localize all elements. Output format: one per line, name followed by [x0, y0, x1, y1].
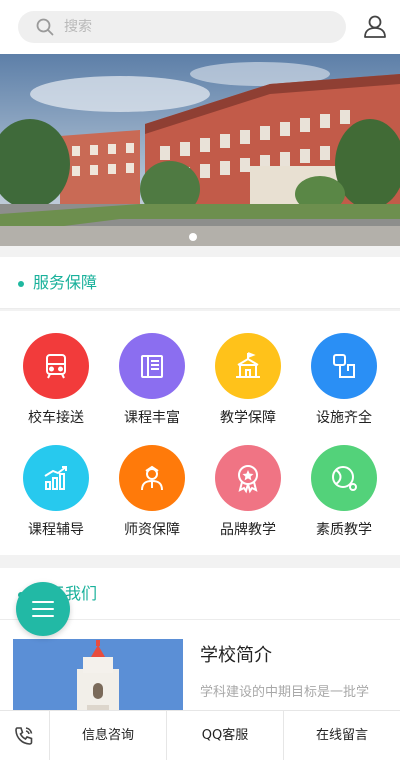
service-icon-circle — [119, 445, 185, 511]
call-button[interactable] — [0, 711, 50, 760]
service-faculty[interactable]: 师资保障 — [104, 423, 200, 538]
service-label: 品牌教学 — [220, 522, 276, 538]
service-courses[interactable]: 课程丰富 — [104, 311, 200, 426]
award-icon — [238, 465, 258, 494]
menu-button[interactable] — [16, 582, 70, 636]
banner-image — [0, 54, 400, 246]
service-icon-circle — [311, 445, 377, 511]
service-brand[interactable]: 品牌教学 — [200, 423, 296, 538]
facility-icon — [333, 354, 355, 378]
section-bullet — [18, 281, 24, 287]
search-input[interactable]: 搜索 — [18, 11, 346, 43]
search-icon — [36, 18, 54, 36]
top-bar: 搜索 — [0, 0, 400, 54]
service-icon-circle — [311, 333, 377, 399]
service-icon-circle — [23, 445, 89, 511]
service-quality[interactable]: 素质教学 — [296, 423, 392, 538]
bus-icon — [46, 354, 66, 379]
about-title: 学校简介 — [200, 645, 272, 666]
teacher-icon — [141, 465, 163, 491]
services-grid: 校车接送 课程丰富 教学保障 设施齐全 课程辅导 师资保障 品牌教学 素质教学 — [0, 311, 400, 555]
phone-icon — [15, 727, 33, 745]
service-label: 课程辅导 — [28, 522, 84, 538]
carousel-indicator-dot[interactable] — [189, 233, 197, 241]
service-icon-circle — [215, 333, 281, 399]
service-bus[interactable]: 校车接送 — [8, 311, 104, 426]
services-section-title: 服务保障 — [33, 273, 98, 292]
tennis-icon — [332, 466, 357, 491]
service-icon-circle — [215, 445, 281, 511]
chart-icon — [44, 466, 67, 490]
qq-service-button[interactable]: QQ客服 — [167, 711, 284, 760]
online-message-button[interactable]: 在线留言 — [284, 711, 400, 760]
about-image — [13, 639, 183, 719]
services-section-header: 服务保障 — [0, 257, 400, 309]
banner-carousel[interactable] — [0, 54, 400, 246]
about-description: 学科建设的中期目标是一批学 — [200, 685, 370, 700]
service-label: 素质教学 — [316, 522, 372, 538]
service-label: 师资保障 — [124, 522, 180, 538]
service-icon-circle — [119, 333, 185, 399]
book-icon — [141, 355, 163, 378]
service-teaching[interactable]: 教学保障 — [200, 311, 296, 426]
menu-icon — [32, 601, 54, 603]
service-facilities[interactable]: 设施齐全 — [296, 311, 392, 426]
service-icon-circle — [23, 333, 89, 399]
search-placeholder: 搜索 — [64, 19, 92, 35]
school-icon — [236, 352, 260, 378]
bottom-bar: 信息咨询 QQ客服 在线留言 — [0, 710, 400, 760]
info-consult-button[interactable]: 信息咨询 — [50, 711, 167, 760]
user-icon[interactable] — [362, 13, 388, 39]
service-tutoring[interactable]: 课程辅导 — [8, 423, 104, 538]
